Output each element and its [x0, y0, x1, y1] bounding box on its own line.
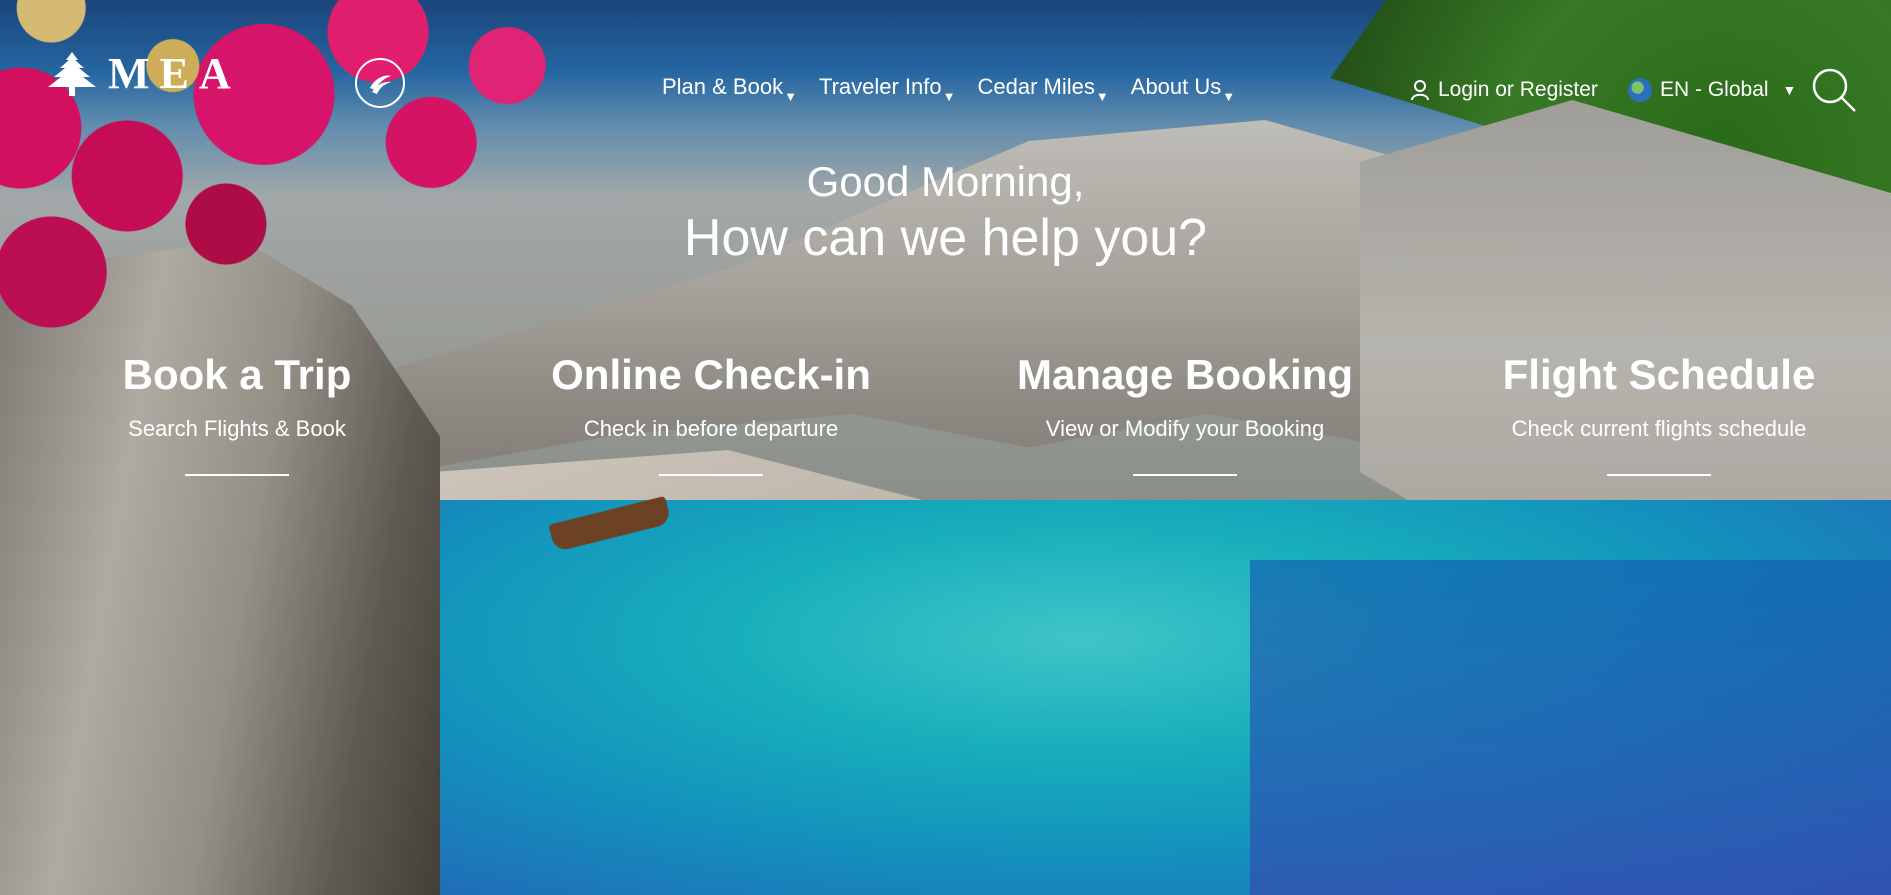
- login-register-link[interactable]: Login or Register: [1410, 78, 1598, 102]
- nav-traveler-info[interactable]: Traveler Info ▼: [818, 74, 956, 104]
- skyteam-icon: [355, 58, 405, 108]
- nav-label: About Us: [1130, 74, 1222, 99]
- quick-link-subtitle: View or Modify your Booking: [1045, 416, 1325, 441]
- language-label: EN - Global: [1660, 78, 1769, 101]
- logo-text: MEA: [108, 49, 241, 98]
- nav-label: Cedar Miles: [977, 74, 1095, 99]
- quick-link-title: Flight Schedule: [1502, 351, 1816, 398]
- cedar-tree-icon: [48, 52, 96, 96]
- language-selector[interactable]: EN - Global ▼: [1628, 78, 1796, 102]
- quick-link-title: Book a Trip: [122, 351, 352, 398]
- user-icon: [1411, 80, 1429, 101]
- main-nav: Plan & Book ▼ Traveler Info ▼ Cedar Mile…: [662, 74, 1236, 104]
- caret-down-icon: ▼: [1222, 89, 1236, 104]
- greeting-text: Good Morning,: [806, 158, 1085, 205]
- nav-label: Traveler Info: [818, 74, 942, 99]
- nav-about-us[interactable]: About Us ▼: [1130, 74, 1236, 104]
- caret-down-icon: ▼: [1782, 82, 1797, 98]
- caret-down-icon: ▼: [1095, 89, 1109, 104]
- nav-plan-book[interactable]: Plan & Book ▼: [662, 74, 797, 104]
- caret-down-icon: ▼: [784, 89, 797, 104]
- globe-icon: [1628, 78, 1652, 102]
- login-label: Login or Register: [1438, 78, 1598, 101]
- quick-link-subtitle: Search Flights & Book: [128, 416, 346, 441]
- nav-cedar-miles[interactable]: Cedar Miles ▼: [977, 74, 1109, 104]
- divider: [1133, 474, 1237, 476]
- quick-link-flight-schedule[interactable]: Flight Schedule Check current flights sc…: [1422, 354, 1891, 476]
- divider: [659, 474, 763, 476]
- quick-link-manage-booking[interactable]: Manage Booking View or Modify your Booki…: [948, 354, 1422, 476]
- quick-link-book-trip[interactable]: Book a Trip Search Flights & Book: [0, 354, 474, 476]
- quick-link-title: Manage Booking: [1016, 351, 1354, 398]
- quick-link-title: Online Check-in: [551, 351, 871, 398]
- quick-link-online-check-in[interactable]: Online Check-in Check in before departur…: [474, 354, 948, 476]
- nav-label: Plan & Book: [662, 74, 784, 99]
- hero-headline: How can we help you?: [683, 209, 1208, 267]
- site-header: MEA Plan & Book ▼ Traveler Info ▼ Cedar …: [0, 0, 1891, 130]
- quick-link-subtitle: Check current flights schedule: [1511, 416, 1807, 441]
- search-icon[interactable]: [1810, 66, 1858, 114]
- mea-logo[interactable]: MEA: [44, 50, 241, 98]
- caret-down-icon: ▼: [942, 89, 956, 104]
- divider: [1607, 474, 1711, 476]
- divider: [185, 474, 289, 476]
- quick-link-subtitle: Check in before departure: [583, 416, 839, 441]
